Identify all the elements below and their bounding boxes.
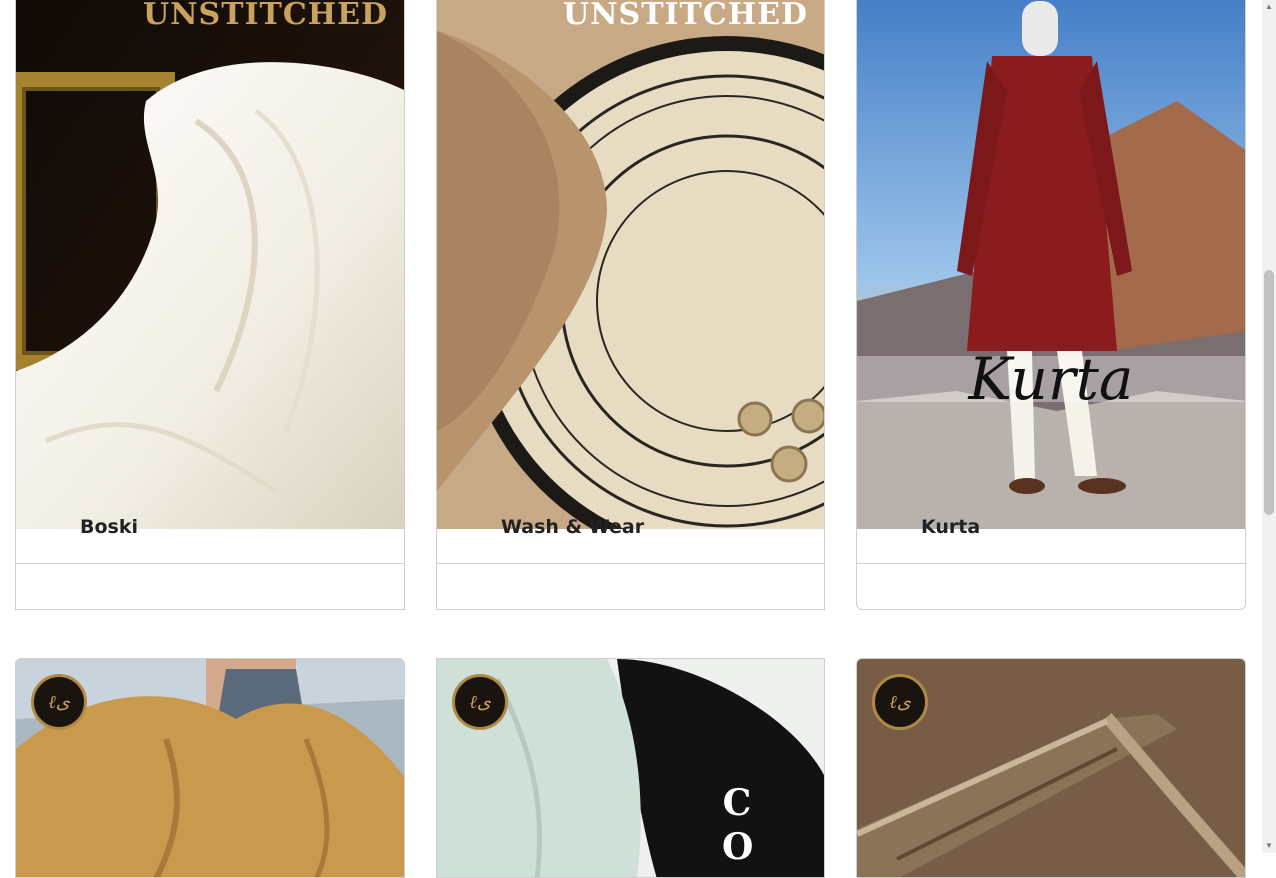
- scrollbar-thumb[interactable]: [1264, 270, 1274, 515]
- brand-logo-icon: ℓى: [31, 674, 87, 730]
- wash-wear-fabric-illustration: [437, 0, 824, 529]
- product-card-shawl[interactable]: ℓى: [15, 658, 405, 878]
- product-image-kurta[interactable]: ℓى Kurta: [857, 0, 1245, 529]
- scroll-up-icon[interactable]: ▲: [1262, 0, 1276, 14]
- boski-fabric-illustration: [16, 0, 404, 529]
- brand-logo-icon: ℓى: [452, 674, 508, 730]
- product-title-kurta[interactable]: Kurta: [921, 516, 980, 538]
- brand-logo-icon: ℓى: [872, 674, 928, 730]
- card-divider: [857, 563, 1245, 564]
- product-card-wash-wear[interactable]: ℓى UNSTITCHED Wash & Wear: [436, 0, 825, 610]
- product-image-brown-fabric[interactable]: ℓى: [857, 659, 1245, 877]
- product-card-cotton[interactable]: ℓى C O: [436, 658, 825, 878]
- product-card-kurta[interactable]: ℓى Kurta Kurta: [856, 0, 1246, 610]
- unstitched-banner: UNSTITCHED: [142, 0, 388, 32]
- scroll-down-icon[interactable]: ▼: [1262, 839, 1276, 853]
- product-image-cotton[interactable]: ℓى C O: [437, 659, 824, 877]
- kurta-script-overlay: Kurta: [857, 350, 1245, 408]
- product-title-boski[interactable]: Boski: [80, 516, 138, 538]
- kurta-model-illustration: [857, 0, 1245, 529]
- card-divider: [437, 563, 824, 564]
- card-divider: [16, 563, 404, 564]
- unstitched-banner: UNSTITCHED: [562, 0, 808, 32]
- product-card-boski[interactable]: ℓى UNSTITCHED Boski: [15, 0, 405, 610]
- product-image-shawl[interactable]: ℓى: [16, 659, 404, 877]
- product-image-wash-wear[interactable]: ℓى UNSTITCHED: [437, 0, 824, 529]
- product-title-wash-wear[interactable]: Wash & Wear: [501, 516, 644, 538]
- product-image-boski[interactable]: ℓى UNSTITCHED: [16, 0, 404, 529]
- product-card-brown-fabric[interactable]: ℓى: [856, 658, 1246, 878]
- cotton-banner: C O: [722, 782, 754, 868]
- page-scrollbar[interactable]: ▲ ▼: [1262, 0, 1276, 853]
